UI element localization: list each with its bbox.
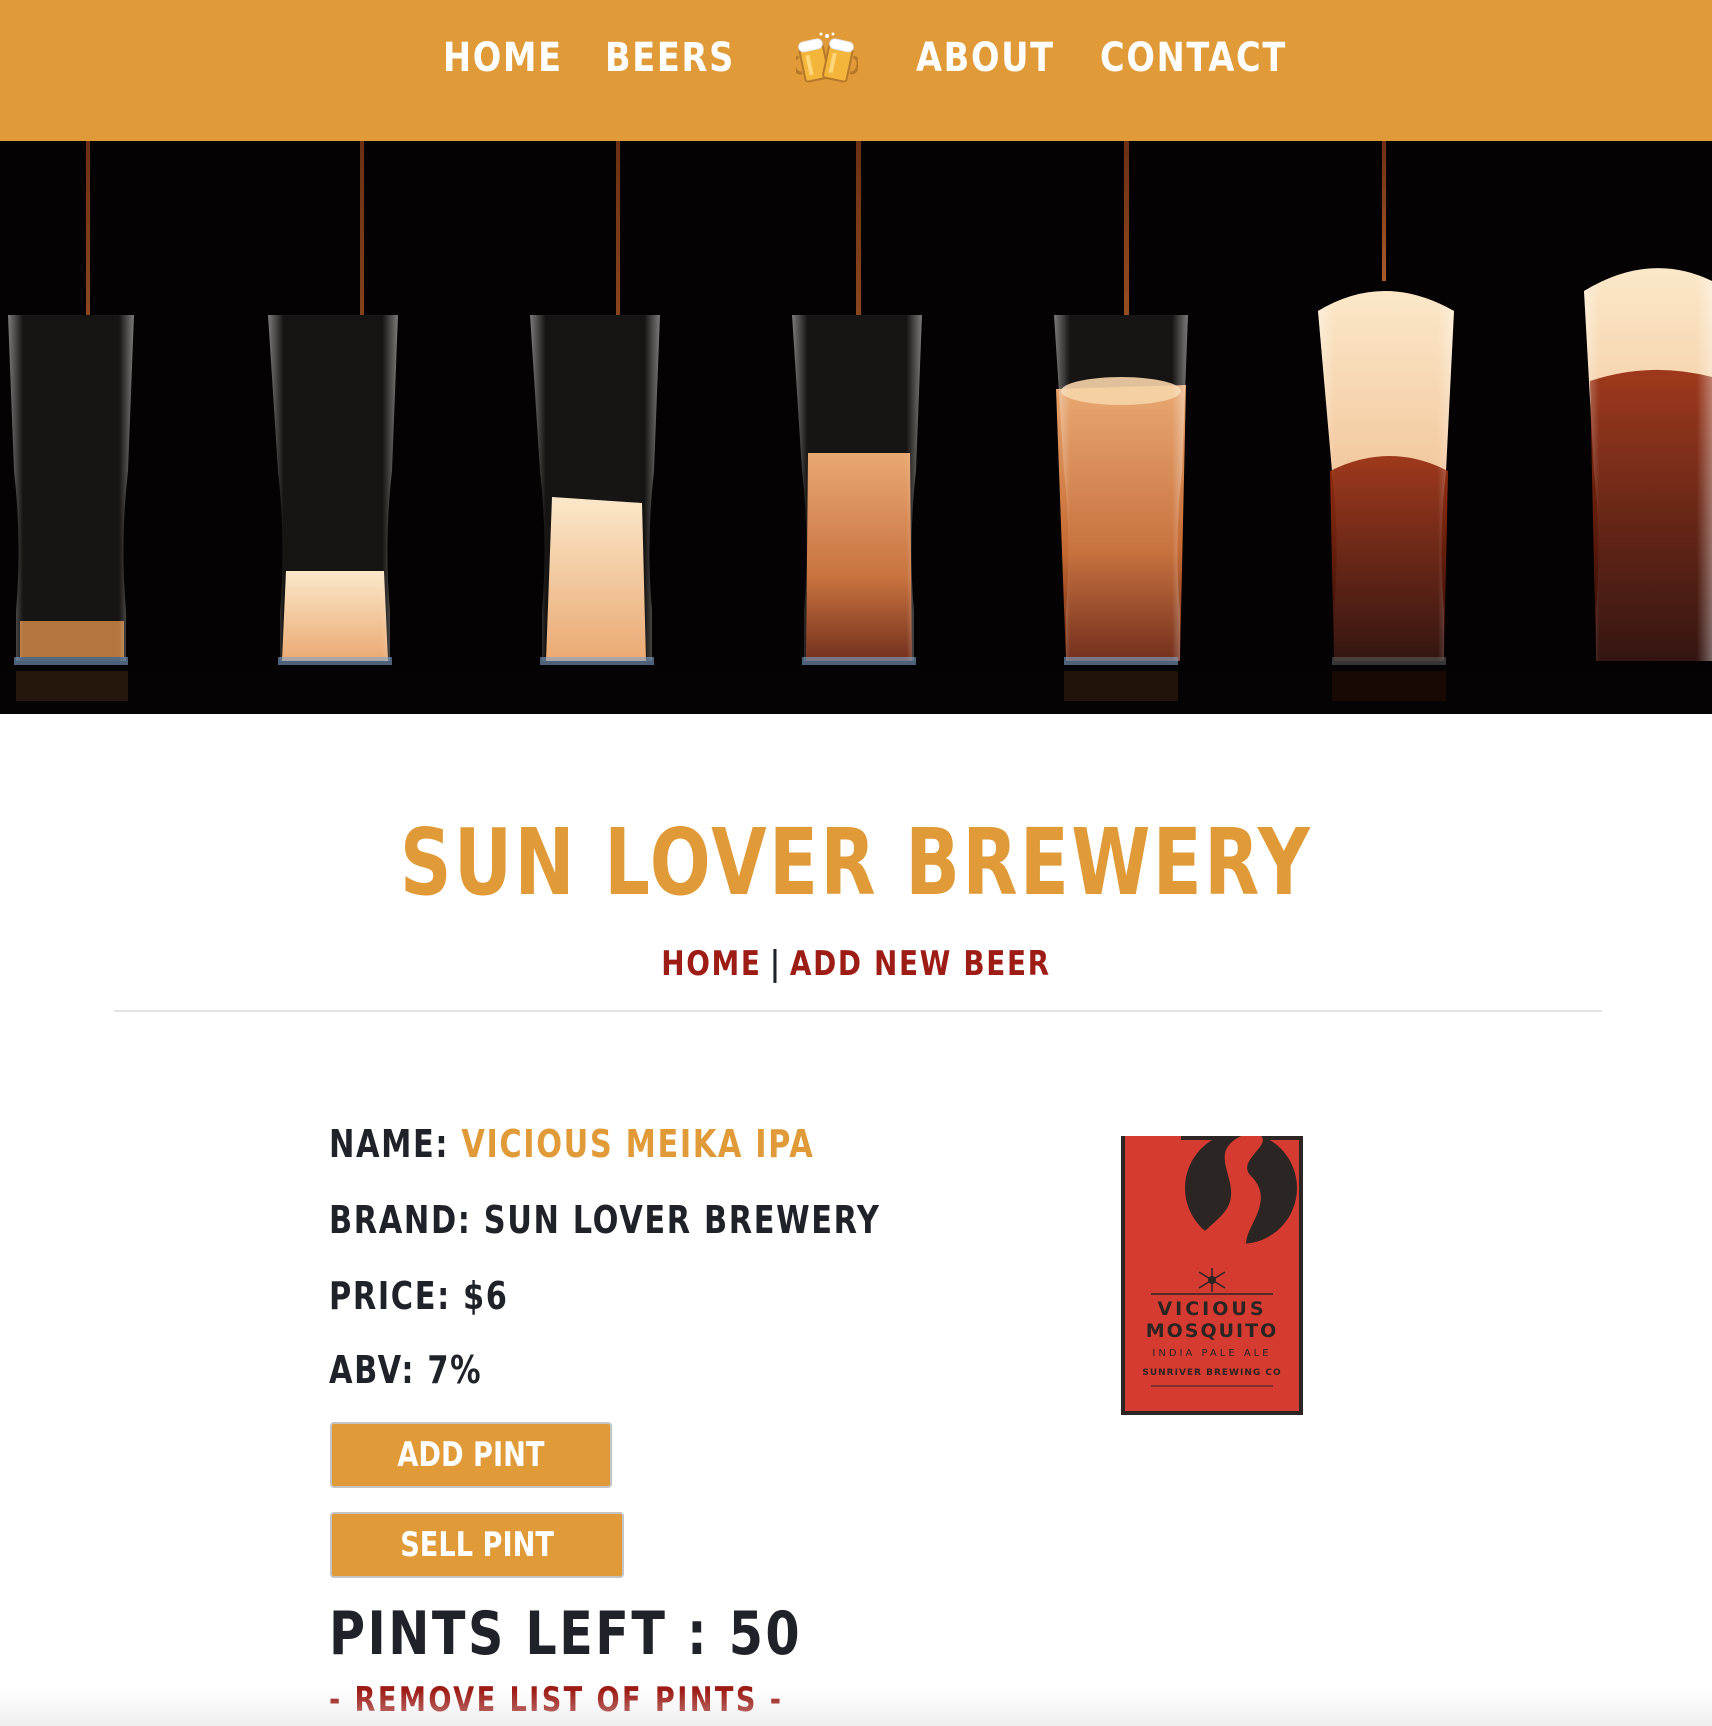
beer-name-label: NAME: [329,1122,450,1166]
add-pint-button-label: ADD PINT [397,1435,545,1475]
label-line-4: SUNRIVER BREWING CO [1142,1368,1282,1378]
beer-abv-value: 7% [427,1348,483,1392]
beer-name-row: NAME: VICIOUS MEIKA IPA [329,1120,814,1168]
breadcrumb: HOME | ADD NEW BEER [154,942,1558,986]
add-pint-button[interactable]: ADD PINT [330,1422,612,1488]
beer-label-image: VICIOUS MOSQUITO INDIA PALE ALE SUNRIVER… [1121,1136,1303,1415]
breadcrumb-add-new-beer-link[interactable]: ADD NEW BEER [790,944,1051,984]
beer-name-value: VICIOUS MEIKA IPA [461,1122,815,1166]
beer-brand-row: BRAND: SUN LOVER BREWERY [329,1196,881,1244]
label-line-1: VICIOUS [1157,1298,1267,1320]
nav-contact-link[interactable]: CONTACT [1100,32,1287,84]
label-line-2: MOSQUITO [1145,1320,1279,1342]
beer-mugs-icon[interactable] [792,30,860,88]
nav-about-link[interactable]: ABOUT [916,32,1055,84]
beer-abv-label: ABV: [329,1348,416,1392]
top-navigation: HOME BEERS ABOUT CONTACT [0,0,1712,141]
pints-left-label: PINTS LEFT : [329,1599,710,1669]
beer-price-row: PRICE: $6 [329,1272,509,1320]
beer-brand-value: SUN LOVER BREWERY [483,1198,881,1242]
beer-abv-row: ABV: 7% [329,1346,482,1394]
page: HOME BEERS ABOUT CONTACT SUN LOVER BREWE… [0,0,1712,1726]
sell-pint-button-label: SELL PINT [400,1525,554,1565]
divider [114,1010,1602,1012]
page-title: SUN LOVER BREWERY [399,809,1313,916]
nav-beers-link[interactable]: BEERS [605,32,735,84]
pints-left-counter: PINTS LEFT : 50 [329,1598,802,1670]
beer-price-value: $6 [463,1274,509,1318]
hero-beer-pouring-image [0,141,1712,714]
breadcrumb-home-link[interactable]: HOME [661,944,761,984]
label-line-3: INDIA PALE ALE [1152,1348,1272,1359]
bottom-shade [0,1690,1712,1726]
beer-price-label: PRICE: [329,1274,451,1318]
nav-home-link[interactable]: HOME [443,32,563,84]
breadcrumb-separator: | [769,944,782,984]
pints-left-value: 50 [728,1599,803,1669]
sell-pint-button[interactable]: SELL PINT [330,1512,624,1578]
beer-brand-label: BRAND: [329,1198,472,1242]
